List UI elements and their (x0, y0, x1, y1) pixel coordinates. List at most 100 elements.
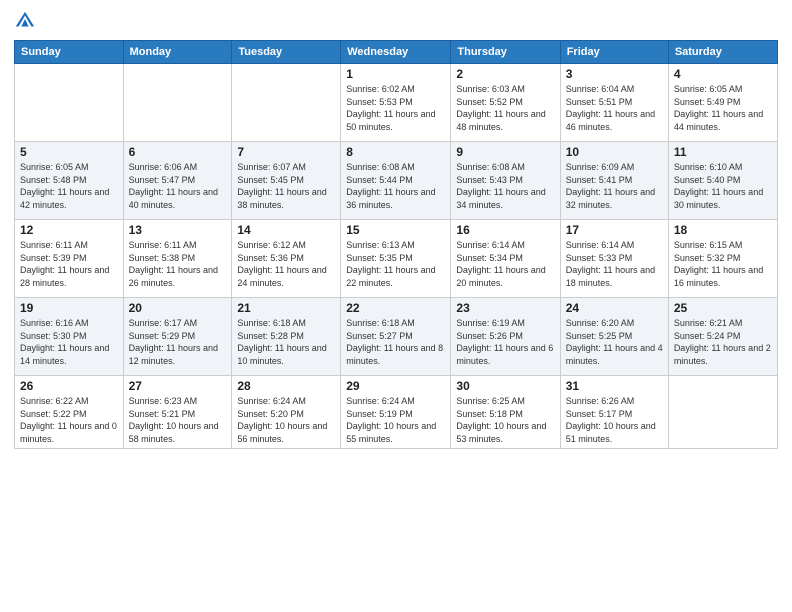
calendar-cell: 10 Sunrise: 6:09 AMSunset: 5:41 PMDayligh… (560, 142, 668, 220)
calendar-cell (668, 376, 777, 449)
day-number: 21 (237, 301, 335, 315)
calendar-cell: 20 Sunrise: 6:17 AMSunset: 5:29 PMDayligh… (123, 298, 232, 376)
calendar-cell (15, 64, 124, 142)
day-number: 24 (566, 301, 663, 315)
calendar-cell: 7 Sunrise: 6:07 AMSunset: 5:45 PMDaylight… (232, 142, 341, 220)
day-number: 25 (674, 301, 772, 315)
calendar-cell: 18Sunrise: 6:15 AMSunset: 5:32 PMDayligh… (668, 220, 777, 298)
day-info: Sunrise: 6:12 AMSunset: 5:36 PMDaylight:… (237, 239, 335, 289)
calendar-cell: 15 Sunrise: 6:13 AMSunset: 5:35 PMDayligh… (341, 220, 451, 298)
week-row-3: 12Sunrise: 6:11 AMSunset: 5:39 PMDayligh… (15, 220, 778, 298)
day-number: 14 (237, 223, 335, 237)
week-row-4: 19Sunrise: 6:16 AMSunset: 5:30 PMDayligh… (15, 298, 778, 376)
calendar-cell: 12Sunrise: 6:11 AMSunset: 5:39 PMDayligh… (15, 220, 124, 298)
day-info: Sunrise: 6:23 AMSunset: 5:21 PMDaylight:… (129, 395, 227, 445)
page: SundayMondayTuesdayWednesdayThursdayFrid… (0, 0, 792, 612)
calendar-cell: 22Sunrise: 6:18 AMSunset: 5:27 PMDayligh… (341, 298, 451, 376)
calendar-cell (123, 64, 232, 142)
day-number: 12 (20, 223, 118, 237)
day-info: Sunrise: 6:05 AMSunset: 5:49 PMDaylight:… (674, 83, 772, 133)
day-number: 6 (129, 145, 227, 159)
calendar-cell: 8 Sunrise: 6:08 AMSunset: 5:44 PMDaylight… (341, 142, 451, 220)
calendar-cell: 9Sunrise: 6:08 AMSunset: 5:43 PMDaylight… (451, 142, 560, 220)
day-info: Sunrise: 6:10 AMSunset: 5:40 PMDaylight:… (674, 161, 772, 211)
day-info: Sunrise: 6:03 AMSunset: 5:52 PMDaylight:… (456, 83, 554, 133)
calendar-cell: 31 Sunrise: 6:26 AMSunset: 5:17 PMDayligh… (560, 376, 668, 449)
day-info: Sunrise: 6:04 AMSunset: 5:51 PMDaylight:… (566, 83, 663, 133)
weekday-header-friday: Friday (560, 41, 668, 64)
day-info: Sunrise: 6:16 AMSunset: 5:30 PMDaylight:… (20, 317, 118, 367)
day-number: 9 (456, 145, 554, 159)
day-number: 17 (566, 223, 663, 237)
calendar-cell: 21 Sunrise: 6:18 AMSunset: 5:28 PMDayligh… (232, 298, 341, 376)
day-number: 11 (674, 145, 772, 159)
weekday-header-sunday: Sunday (15, 41, 124, 64)
weekday-header-thursday: Thursday (451, 41, 560, 64)
day-number: 30 (456, 379, 554, 393)
day-info: Sunrise: 6:14 AMSunset: 5:33 PMDaylight:… (566, 239, 663, 289)
weekday-header-monday: Monday (123, 41, 232, 64)
calendar-cell: 17 Sunrise: 6:14 AMSunset: 5:33 PMDayligh… (560, 220, 668, 298)
day-number: 23 (456, 301, 554, 315)
logo-icon (14, 10, 36, 32)
day-info: Sunrise: 6:24 AMSunset: 5:19 PMDaylight:… (346, 395, 445, 445)
day-info: Sunrise: 6:09 AMSunset: 5:41 PMDaylight:… (566, 161, 663, 211)
day-number: 8 (346, 145, 445, 159)
week-row-5: 26 Sunrise: 6:22 AMSunset: 5:22 PMDayligh… (15, 376, 778, 449)
day-number: 10 (566, 145, 663, 159)
calendar-cell: 2 Sunrise: 6:03 AMSunset: 5:52 PMDaylight… (451, 64, 560, 142)
weekday-header-wednesday: Wednesday (341, 41, 451, 64)
day-info: Sunrise: 6:24 AMSunset: 5:20 PMDaylight:… (237, 395, 335, 445)
weekday-header-saturday: Saturday (668, 41, 777, 64)
day-number: 20 (129, 301, 227, 315)
day-info: Sunrise: 6:22 AMSunset: 5:22 PMDaylight:… (20, 395, 118, 445)
day-info: Sunrise: 6:17 AMSunset: 5:29 PMDaylight:… (129, 317, 227, 367)
day-info: Sunrise: 6:02 AMSunset: 5:53 PMDaylight:… (346, 83, 445, 133)
calendar-cell: 26 Sunrise: 6:22 AMSunset: 5:22 PMDayligh… (15, 376, 124, 449)
weekday-header-tuesday: Tuesday (232, 41, 341, 64)
calendar-cell: 3 Sunrise: 6:04 AMSunset: 5:51 PMDaylight… (560, 64, 668, 142)
day-info: Sunrise: 6:05 AMSunset: 5:48 PMDaylight:… (20, 161, 118, 211)
day-number: 26 (20, 379, 118, 393)
day-info: Sunrise: 6:20 AMSunset: 5:25 PMDaylight:… (566, 317, 663, 367)
day-number: 13 (129, 223, 227, 237)
day-number: 7 (237, 145, 335, 159)
day-info: Sunrise: 6:13 AMSunset: 5:35 PMDaylight:… (346, 239, 445, 289)
day-number: 3 (566, 67, 663, 81)
day-number: 16 (456, 223, 554, 237)
calendar-cell: 24 Sunrise: 6:20 AMSunset: 5:25 PMDayligh… (560, 298, 668, 376)
logo (14, 10, 40, 32)
day-number: 5 (20, 145, 118, 159)
day-info: Sunrise: 6:25 AMSunset: 5:18 PMDaylight:… (456, 395, 554, 445)
week-row-2: 5 Sunrise: 6:05 AMSunset: 5:48 PMDaylight… (15, 142, 778, 220)
day-info: Sunrise: 6:26 AMSunset: 5:17 PMDaylight:… (566, 395, 663, 445)
day-number: 29 (346, 379, 445, 393)
calendar-cell: 28Sunrise: 6:24 AMSunset: 5:20 PMDayligh… (232, 376, 341, 449)
day-number: 4 (674, 67, 772, 81)
day-info: Sunrise: 6:15 AMSunset: 5:32 PMDaylight:… (674, 239, 772, 289)
week-row-1: 1 Sunrise: 6:02 AMSunset: 5:53 PMDaylight… (15, 64, 778, 142)
calendar-cell: 16Sunrise: 6:14 AMSunset: 5:34 PMDayligh… (451, 220, 560, 298)
calendar-cell: 27Sunrise: 6:23 AMSunset: 5:21 PMDayligh… (123, 376, 232, 449)
day-number: 15 (346, 223, 445, 237)
day-number: 31 (566, 379, 663, 393)
day-info: Sunrise: 6:07 AMSunset: 5:45 PMDaylight:… (237, 161, 335, 211)
calendar-cell: 25 Sunrise: 6:21 AMSunset: 5:24 PMDayligh… (668, 298, 777, 376)
calendar-cell: 23Sunrise: 6:19 AMSunset: 5:26 PMDayligh… (451, 298, 560, 376)
day-info: Sunrise: 6:18 AMSunset: 5:27 PMDaylight:… (346, 317, 445, 367)
calendar-table: SundayMondayTuesdayWednesdayThursdayFrid… (14, 40, 778, 449)
calendar-cell (232, 64, 341, 142)
day-info: Sunrise: 6:08 AMSunset: 5:44 PMDaylight:… (346, 161, 445, 211)
day-number: 2 (456, 67, 554, 81)
day-info: Sunrise: 6:21 AMSunset: 5:24 PMDaylight:… (674, 317, 772, 367)
calendar-cell: 13Sunrise: 6:11 AMSunset: 5:38 PMDayligh… (123, 220, 232, 298)
day-info: Sunrise: 6:06 AMSunset: 5:47 PMDaylight:… (129, 161, 227, 211)
day-number: 1 (346, 67, 445, 81)
day-info: Sunrise: 6:18 AMSunset: 5:28 PMDaylight:… (237, 317, 335, 367)
calendar-cell: 11 Sunrise: 6:10 AMSunset: 5:40 PMDayligh… (668, 142, 777, 220)
calendar-cell: 5 Sunrise: 6:05 AMSunset: 5:48 PMDaylight… (15, 142, 124, 220)
calendar-cell: 19Sunrise: 6:16 AMSunset: 5:30 PMDayligh… (15, 298, 124, 376)
calendar-cell: 6 Sunrise: 6:06 AMSunset: 5:47 PMDaylight… (123, 142, 232, 220)
calendar-cell: 30 Sunrise: 6:25 AMSunset: 5:18 PMDayligh… (451, 376, 560, 449)
weekday-header-row: SundayMondayTuesdayWednesdayThursdayFrid… (15, 41, 778, 64)
